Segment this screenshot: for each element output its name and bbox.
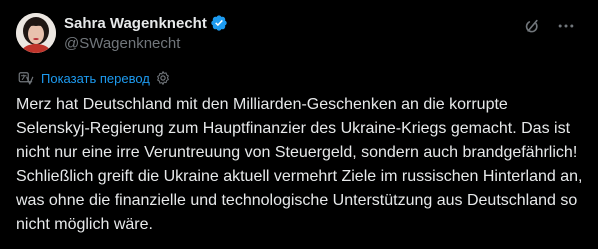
author-handle[interactable]: @SWagenknecht (64, 35, 228, 52)
avatar[interactable] (16, 13, 56, 53)
show-translation-link[interactable]: Показать перевод (41, 71, 150, 86)
tweet-text: Merz hat Deutschland mit den Milliarden-… (16, 96, 587, 233)
verified-badge-icon[interactable] (210, 14, 228, 32)
translate-row: Показать перевод (16, 69, 582, 87)
more-options-icon[interactable] (556, 16, 576, 36)
translate-icon (17, 69, 35, 87)
header-actions (522, 16, 576, 36)
author-names: Sahra Wagenknecht @SWagenknecht (64, 13, 228, 52)
display-name[interactable]: Sahra Wagenknecht (64, 15, 207, 32)
tweet-card: Sahra Wagenknecht @SWagenknecht Показать… (0, 0, 598, 249)
avatar-image (16, 13, 56, 53)
tweet-header: Sahra Wagenknecht @SWagenknecht (16, 12, 582, 56)
gear-icon[interactable] (155, 70, 171, 86)
grok-icon[interactable] (522, 16, 542, 36)
name-row: Sahra Wagenknecht (64, 13, 228, 33)
